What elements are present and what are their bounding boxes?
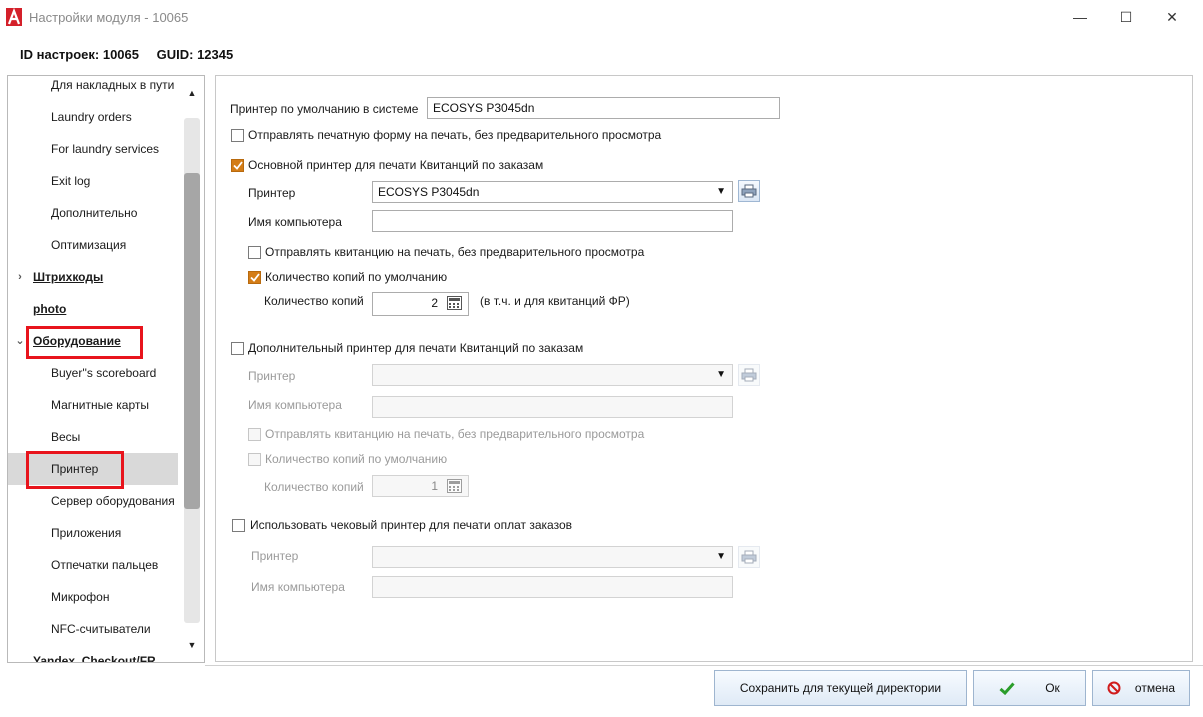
tree-item[interactable]: Buyer''s scoreboard: [8, 357, 178, 389]
checkmark-icon: [232, 161, 243, 170]
main-default-copies-checkbox[interactable]: [248, 271, 261, 284]
tree-item[interactable]: Приложения: [8, 517, 178, 549]
footer-divider: [205, 665, 1203, 666]
scroll-thumb[interactable]: [184, 173, 200, 509]
extra-copies-label: Количество копий: [264, 480, 364, 494]
chevron-down-icon[interactable]: ▼: [716, 186, 726, 197]
highlight-box-printer: [26, 451, 124, 489]
calculator-icon[interactable]: [447, 296, 462, 310]
tree-item[interactable]: Yandex_Checkout/FR: [8, 645, 178, 662]
chevron-right-icon[interactable]: ›: [13, 261, 27, 293]
main-copies-value: 2: [431, 296, 438, 310]
scroll-down-icon[interactable]: ▼: [181, 636, 203, 654]
no-entry-icon: [1107, 681, 1121, 695]
tree-item-barcodes[interactable]: › Штрихкоды: [8, 261, 178, 293]
tree-item[interactable]: Laundry orders: [8, 101, 178, 133]
chevron-down-icon[interactable]: ▼: [716, 551, 726, 562]
extra-computer-label: Имя компьютера: [248, 398, 342, 412]
scroll-up-icon[interactable]: ▲: [181, 84, 203, 102]
tree-item[interactable]: Отпечатки пальцев: [8, 549, 178, 581]
receipt-printer-settings-button[interactable]: [738, 546, 760, 568]
main-copies-label: Количество копий: [264, 294, 364, 308]
checkmark-icon: [999, 681, 1015, 695]
main-printer-printer-label: Принтер: [248, 186, 296, 200]
tree-item[interactable]: Микрофон: [8, 581, 178, 613]
receipt-printer-label: Использовать чековый принтер для печати …: [250, 518, 572, 532]
ok-button[interactable]: Ок: [973, 670, 1086, 706]
main-send-no-preview-label: Отправлять квитанцию на печать, без пред…: [265, 245, 645, 259]
settings-tree: Для накладных в пути Laundry orders For …: [7, 75, 205, 663]
receipt-printer-checkbox[interactable]: [232, 519, 245, 532]
calculator-icon[interactable]: [447, 479, 462, 493]
tree-item[interactable]: Весы: [8, 421, 178, 453]
extra-send-no-preview-label: Отправлять квитанцию на печать, без пред…: [265, 427, 645, 441]
extra-printer-printer-label: Принтер: [248, 369, 296, 383]
receipt-computer-field[interactable]: [372, 576, 733, 598]
default-printer-field[interactable]: ECOSYS P3045dn: [427, 97, 780, 119]
tree-item[interactable]: NFC-считыватели: [8, 613, 178, 645]
tree-item[interactable]: Дополнительно: [8, 197, 178, 229]
tree-item[interactable]: Магнитные карты: [8, 389, 178, 421]
default-printer-label: Принтер по умолчанию в системе: [230, 102, 419, 116]
extra-copies-stepper[interactable]: 1: [372, 475, 469, 497]
tree-scrollbar[interactable]: ▲ ▼: [181, 76, 203, 662]
tree-item[interactable]: Для накладных в пути: [8, 76, 178, 101]
tree-item[interactable]: For laundry services: [8, 133, 178, 165]
chevron-down-icon[interactable]: ▼: [716, 369, 726, 380]
guid: GUID: 12345: [156, 47, 234, 62]
receipt-printer-select[interactable]: ▼: [372, 546, 733, 568]
main-copies-note: (в т.ч. и для квитанций ФР): [480, 294, 630, 308]
maximize-button[interactable]: ☐: [1103, 0, 1149, 34]
settings-id-bar: ID настроек: 10065 GUID: 12345: [20, 47, 247, 62]
extra-printer-select[interactable]: ▼: [372, 364, 733, 386]
main-printer-select-value: ECOSYS P3045dn: [378, 185, 480, 199]
minimize-button[interactable]: —: [1057, 0, 1103, 34]
extra-default-copies-label: Количество копий по умолчанию: [265, 452, 448, 466]
tree-item[interactable]: Сервер оборудования: [8, 485, 178, 517]
app-logo-icon: [6, 8, 22, 26]
highlight-box-equipment: [26, 326, 143, 359]
extra-printer-checkbox[interactable]: [231, 342, 244, 355]
ok-label: Ок: [1045, 681, 1060, 695]
extra-printer-settings-button[interactable]: [738, 364, 760, 386]
settings-id: ID настроек: 10065: [20, 47, 139, 62]
send-print-form-label: Отправлять печатную форму на печать, без…: [248, 128, 662, 142]
main-default-copies-label: Количество копий по умолчанию: [265, 270, 448, 284]
receipt-printer-printer-label: Принтер: [251, 549, 299, 563]
printer-settings-panel: Принтер по умолчанию в системе ECOSYS P3…: [215, 75, 1193, 662]
close-button[interactable]: ✕: [1149, 0, 1195, 34]
tree-item[interactable]: Оптимизация: [8, 229, 178, 261]
main-computer-field[interactable]: [372, 210, 733, 232]
tree-item-photo[interactable]: photo: [8, 293, 178, 325]
main-computer-label: Имя компьютера: [248, 215, 342, 229]
printer-icon: [741, 184, 757, 198]
save-for-directory-label: Сохранить для текущей директории: [739, 681, 942, 695]
extra-default-copies-checkbox[interactable]: [248, 453, 261, 466]
window-title: Настройки модуля - 10065: [29, 10, 189, 25]
receipt-computer-label: Имя компьютера: [251, 580, 345, 594]
extra-copies-value: 1: [431, 479, 438, 493]
tree-item[interactable]: Exit log: [8, 165, 178, 197]
printer-icon: [741, 550, 757, 564]
main-printer-settings-button[interactable]: [738, 180, 760, 202]
extra-computer-field[interactable]: [372, 396, 733, 418]
chevron-down-icon[interactable]: ⌄: [13, 325, 27, 357]
main-printer-checkbox[interactable]: [231, 159, 244, 172]
extra-send-no-preview-checkbox[interactable]: [248, 428, 261, 441]
title-bar: Настройки модуля - 10065 — ☐ ✕: [0, 0, 1203, 36]
checkmark-icon: [249, 273, 260, 282]
main-send-no-preview-checkbox[interactable]: [248, 246, 261, 259]
main-copies-stepper[interactable]: 2: [372, 292, 469, 316]
main-printer-label: Основной принтер для печати Квитанций по…: [248, 158, 544, 172]
send-print-form-checkbox[interactable]: [231, 129, 244, 142]
main-printer-select[interactable]: ECOSYS P3045dn ▼: [372, 181, 733, 203]
save-for-directory-button[interactable]: Сохранить для текущей директории: [714, 670, 967, 706]
extra-printer-label: Дополнительный принтер для печати Квитан…: [248, 341, 584, 355]
cancel-label: отмена: [1134, 681, 1176, 695]
printer-icon: [741, 368, 757, 382]
cancel-button[interactable]: отмена: [1092, 670, 1190, 706]
